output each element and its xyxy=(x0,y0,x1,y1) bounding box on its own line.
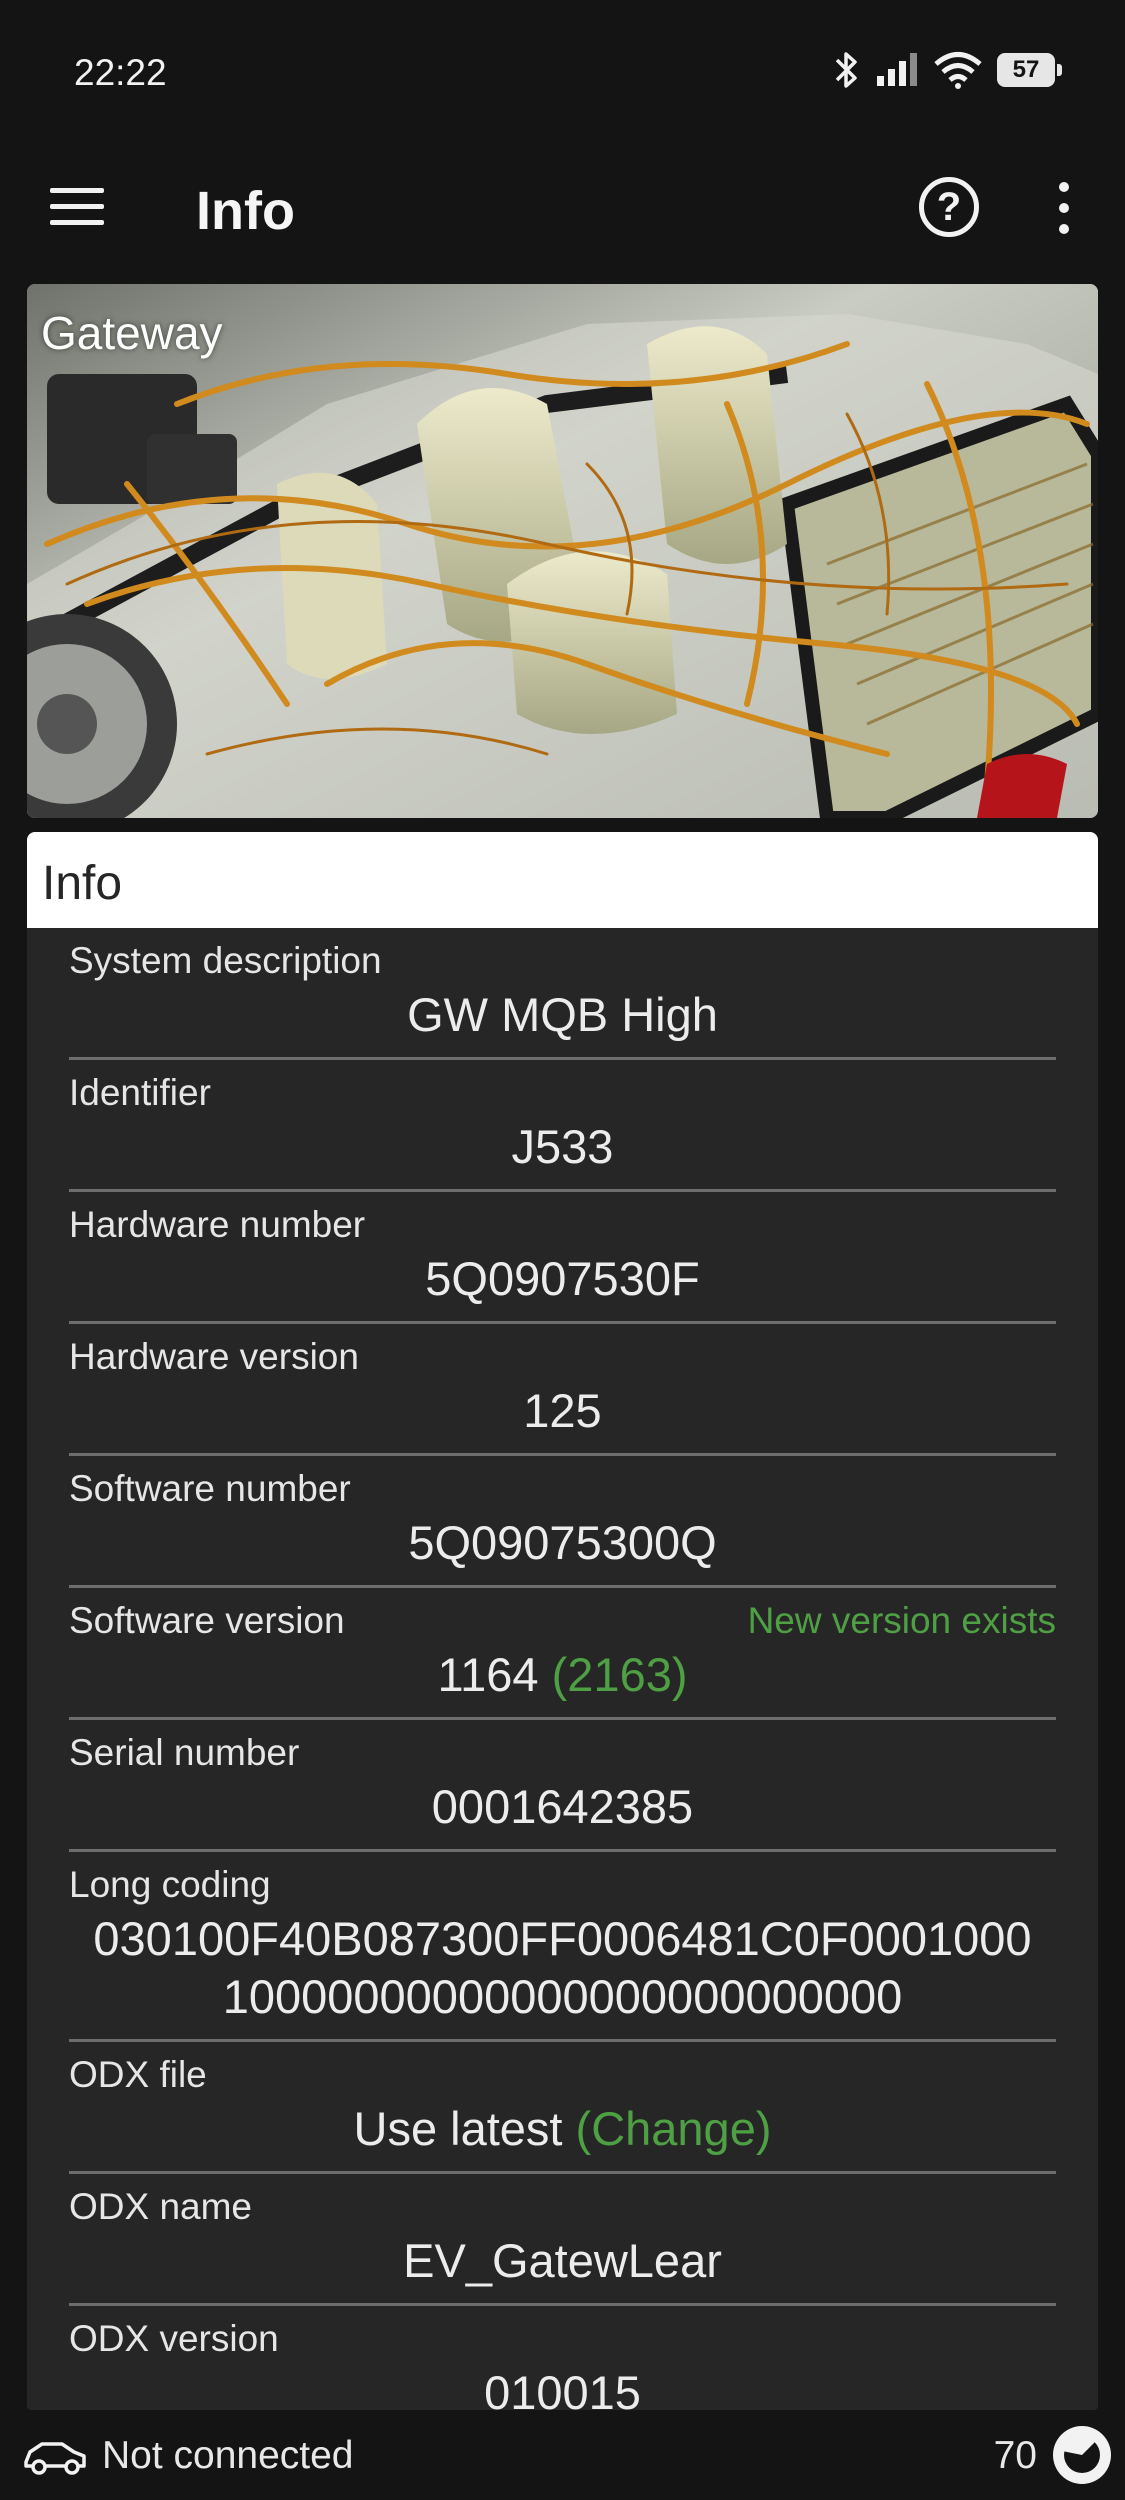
row-label: ODX file xyxy=(69,2054,207,2095)
list-item: ODX file Use latest (Change) xyxy=(69,2042,1056,2174)
row-label: Hardware number xyxy=(69,1204,366,1245)
list-item: Identifier J533 xyxy=(69,1060,1056,1192)
more-vert-icon[interactable] xyxy=(1052,182,1076,234)
list-item: Software version New version exists 1164… xyxy=(69,1588,1056,1720)
long-coding-line-2: 10000000000000000000000000 xyxy=(222,1970,903,2023)
row-label: Identifier xyxy=(69,1072,211,1113)
status-time: 22:22 xyxy=(74,52,167,93)
list-item: Long coding 030100F40B087300FF0006481C0F… xyxy=(69,1852,1056,2042)
connection-status: Not connected xyxy=(102,2434,354,2477)
status-count: 70 xyxy=(993,2434,1037,2477)
row-label: Long coding xyxy=(69,1864,271,1905)
change-odx-link[interactable]: (Change) xyxy=(576,2102,772,2155)
row-value: 125 xyxy=(523,1384,602,1437)
car-icon xyxy=(24,2442,86,2475)
list-item: Serial number 0001642385 xyxy=(69,1720,1056,1852)
row-value: Use latest (Change) xyxy=(69,2100,1056,2158)
row-value: 5Q0907530F xyxy=(425,1252,700,1305)
row-label: System description xyxy=(69,940,382,981)
wifi-icon xyxy=(934,52,982,89)
row-value: 010015 xyxy=(484,2366,641,2410)
list-item: ODX name EV_GatewLear xyxy=(69,2174,1056,2306)
gauge-icon[interactable] xyxy=(1053,2426,1111,2484)
row-label: Hardware version xyxy=(69,1336,359,1377)
info-card: Info System description GW MQB High Iden… xyxy=(27,832,1098,2410)
new-version-note: New version exists xyxy=(747,1600,1056,1641)
list-item: ODX version 010015 xyxy=(69,2306,1056,2410)
list-item: Hardware number 5Q0907530F xyxy=(69,1192,1056,1324)
status-icons: 57 xyxy=(833,50,1062,90)
info-list: System description GW MQB High Identifie… xyxy=(27,928,1098,2410)
page-title: Info xyxy=(196,181,295,241)
app-bar: Info ? xyxy=(0,150,1125,270)
row-label: Serial number xyxy=(69,1732,300,1773)
row-value: J533 xyxy=(511,1120,614,1173)
row-value: 1164 (2163) xyxy=(69,1646,1056,1704)
help-icon[interactable]: ? xyxy=(919,177,979,237)
card-header: Info xyxy=(27,832,1098,928)
row-value: 5Q09075300Q xyxy=(408,1516,717,1569)
row-value: GW MQB High xyxy=(407,988,718,1041)
bottom-status-bar: Not connected 70 xyxy=(0,2420,1125,2500)
list-item: Hardware version 125 xyxy=(69,1324,1056,1456)
battery-icon: 57 xyxy=(997,53,1062,87)
odx-file-value: Use latest xyxy=(353,2102,563,2155)
hero-title: Gateway xyxy=(41,307,223,359)
row-label: ODX version xyxy=(69,2318,279,2359)
status-bar: 22:22 57 xyxy=(0,0,1125,140)
software-version-value: 1164 xyxy=(437,1648,539,1701)
list-item: System description GW MQB High xyxy=(69,928,1056,1060)
signal-icon xyxy=(877,53,917,86)
car-wiring-illustration xyxy=(27,284,1098,818)
gateway-image: Gateway xyxy=(27,284,1098,818)
row-label: ODX name xyxy=(69,2186,253,2227)
menu-icon[interactable] xyxy=(50,188,104,228)
bluetooth-icon xyxy=(835,52,857,88)
list-item: Software number 5Q09075300Q xyxy=(69,1456,1056,1588)
row-value: EV_GatewLear xyxy=(403,2234,722,2287)
row-value: 0001642385 xyxy=(431,1780,694,1833)
row-label: Software number xyxy=(69,1468,351,1509)
long-coding-line-1: 030100F40B087300FF0006481C0F0001000 xyxy=(93,1912,1032,1965)
new-version-value: (2163) xyxy=(551,1648,688,1701)
